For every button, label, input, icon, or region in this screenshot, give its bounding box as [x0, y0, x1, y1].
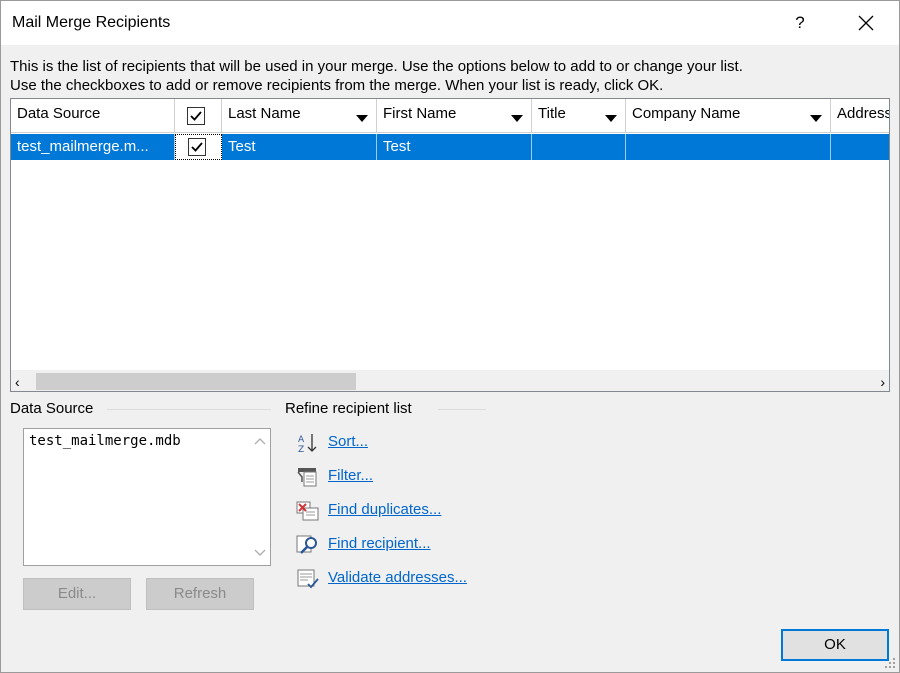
scroll-right-icon[interactable]: ›	[880, 374, 885, 390]
vertical-scrollbar[interactable]	[250, 429, 270, 565]
column-header-include[interactable]	[175, 99, 222, 133]
instruction-line-2: Use the checkboxes to add or remove reci…	[10, 77, 664, 94]
close-button[interactable]	[848, 9, 884, 37]
mail-merge-recipients-dialog: Mail Merge Recipients ? This is the list…	[0, 0, 900, 673]
divider	[438, 409, 486, 410]
scroll-up-icon[interactable]	[254, 437, 266, 445]
dialog-title: Mail Merge Recipients	[12, 14, 171, 31]
refresh-button[interactable]: Refresh	[146, 578, 254, 610]
checkmark-icon	[191, 142, 203, 152]
edit-button[interactable]: Edit...	[23, 578, 131, 610]
refine-group-label: Refine recipient list	[285, 400, 412, 417]
column-header-label: Address	[837, 105, 890, 122]
row-include-checkbox[interactable]	[188, 138, 206, 156]
cell-include	[175, 134, 222, 160]
grid-header: Data Source Last Name First Name Title C…	[11, 99, 890, 133]
find-recipient-icon	[296, 535, 317, 554]
sort-az-icon: A Z	[298, 434, 317, 454]
cell-last-name: Test	[222, 134, 377, 160]
cell-company-name	[626, 134, 831, 160]
column-header-title[interactable]: Title	[532, 99, 626, 133]
svg-text:Z: Z	[298, 445, 304, 454]
recipients-grid[interactable]: Data Source Last Name First Name Title C…	[10, 98, 890, 392]
column-header-label: Last Name	[228, 105, 301, 122]
cell-address	[831, 134, 889, 160]
close-icon	[858, 15, 874, 31]
column-header-address[interactable]: Address	[831, 99, 890, 133]
column-header-last-name[interactable]: Last Name	[222, 99, 377, 133]
table-row[interactable]: test_mailmerge.m... Test Test	[11, 134, 889, 160]
select-all-checkbox[interactable]	[187, 107, 205, 125]
dropdown-arrow-icon[interactable]	[356, 115, 368, 122]
find-recipient-link[interactable]: Find recipient...	[328, 535, 431, 552]
find-duplicates-link[interactable]: Find duplicates...	[328, 501, 441, 518]
dropdown-arrow-icon[interactable]	[605, 115, 617, 122]
horizontal-scrollbar[interactable]: ‹ ›	[11, 370, 889, 391]
filter-link[interactable]: Filter...	[328, 467, 373, 484]
column-header-data-source[interactable]: Data Source	[11, 99, 175, 133]
resize-grip-icon[interactable]	[884, 657, 896, 669]
validate-addresses-link[interactable]: Validate addresses...	[328, 569, 467, 586]
instruction-line-1: This is the list of recipients that will…	[10, 58, 743, 75]
title-bar: Mail Merge Recipients ?	[1, 1, 899, 45]
list-item[interactable]: test_mailmerge.mdb	[29, 433, 181, 449]
column-header-first-name[interactable]: First Name	[377, 99, 532, 133]
scrollbar-thumb[interactable]	[36, 373, 356, 390]
dropdown-arrow-icon[interactable]	[511, 115, 523, 122]
cell-first-name: Test	[377, 134, 532, 160]
filter-icon	[297, 468, 317, 487]
svg-text:A: A	[298, 435, 305, 445]
help-button[interactable]: ?	[785, 9, 815, 37]
ok-button[interactable]: OK	[781, 629, 889, 661]
cell-title	[532, 134, 626, 160]
column-header-company-name[interactable]: Company Name	[626, 99, 831, 133]
column-header-label: First Name	[383, 105, 457, 122]
dropdown-arrow-icon[interactable]	[810, 115, 822, 122]
column-header-label: Company Name	[632, 105, 741, 122]
scroll-down-icon[interactable]	[254, 549, 266, 557]
validate-addresses-icon	[297, 569, 319, 589]
data-source-group-label: Data Source	[10, 400, 94, 417]
find-duplicates-icon	[296, 501, 319, 521]
column-header-label: Title	[538, 105, 566, 122]
data-source-list[interactable]: test_mailmerge.mdb	[23, 428, 271, 566]
divider	[107, 409, 271, 410]
checkmark-icon	[190, 111, 202, 121]
column-header-label: Data Source	[17, 105, 101, 122]
scroll-left-icon[interactable]: ‹	[15, 374, 20, 390]
cell-data-source: test_mailmerge.m...	[11, 134, 175, 160]
sort-link[interactable]: Sort...	[328, 433, 368, 450]
